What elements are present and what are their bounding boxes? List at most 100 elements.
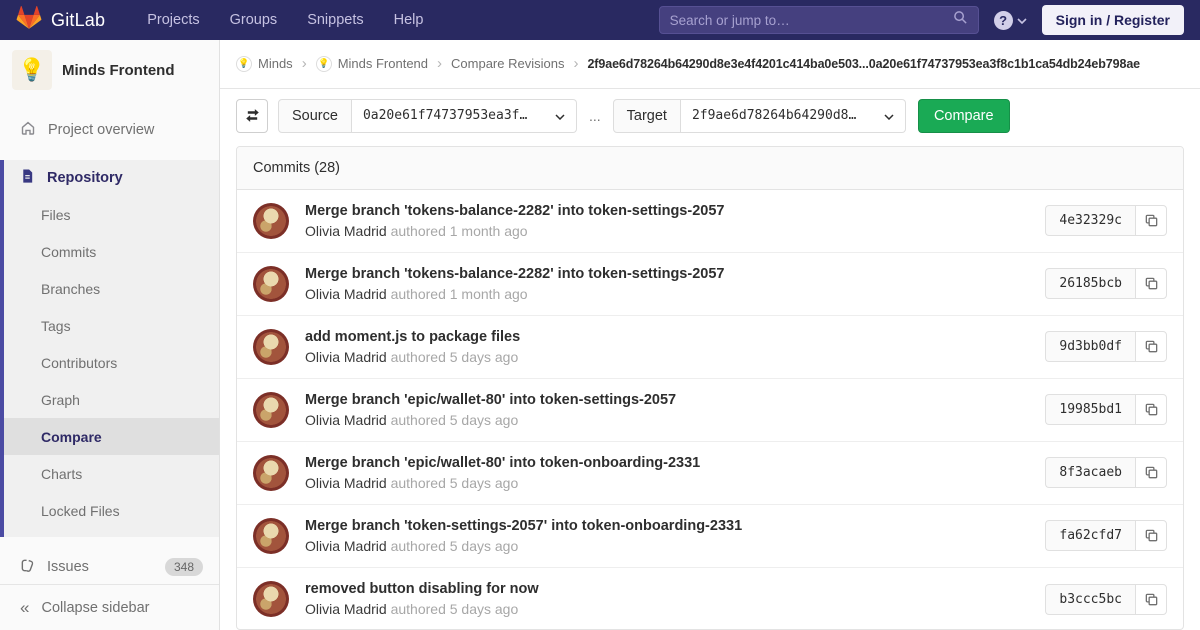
author-avatar[interactable] (253, 203, 289, 239)
commit-sha-button[interactable]: fa62cfd7 (1045, 520, 1135, 551)
issues-icon (20, 558, 35, 577)
copy-icon (1144, 592, 1159, 607)
sidebar-subitem[interactable]: Branches (0, 270, 219, 307)
commit-author-link[interactable]: Olivia Madrid (305, 475, 387, 491)
commit-authored-time: authored 5 days ago (391, 601, 519, 617)
sidebar-subitem[interactable]: Tags (0, 307, 219, 344)
copy-sha-button[interactable] (1135, 268, 1167, 299)
copy-sha-button[interactable] (1135, 205, 1167, 236)
sidebar-item-repository[interactable]: Repository (0, 160, 219, 196)
commit-sha-button[interactable]: b3ccc5bc (1045, 584, 1135, 615)
author-avatar[interactable] (253, 455, 289, 491)
commit-sha-button[interactable]: 4e32329c (1045, 205, 1135, 236)
commit-author-link[interactable]: Olivia Madrid (305, 286, 387, 302)
copy-sha-button[interactable] (1135, 520, 1167, 551)
breadcrumb-separator: › (573, 55, 578, 72)
commit-author-link[interactable]: Olivia Madrid (305, 538, 387, 554)
group-avatar: 💡 (316, 56, 332, 72)
commit-row: Merge branch 'epic/wallet-80' into token… (237, 379, 1183, 442)
commit-row: Merge branch 'token-settings-2057' into … (237, 505, 1183, 568)
breadcrumb-separator: › (302, 55, 307, 72)
nav-menu-item[interactable]: Projects (147, 12, 199, 28)
commit-sha-button[interactable]: 8f3acaeb (1045, 457, 1135, 488)
document-icon (20, 168, 35, 188)
copy-icon (1144, 465, 1159, 480)
gitlab-tanuki-icon (16, 5, 42, 35)
copy-sha-button[interactable] (1135, 394, 1167, 425)
commit-message-link[interactable]: Merge branch 'tokens-balance-2282' into … (305, 203, 724, 219)
collapse-sidebar-button[interactable]: « Collapse sidebar (0, 584, 219, 630)
global-search[interactable] (659, 6, 979, 34)
source-revision-dropdown[interactable]: 0a20e61f74737953ea3f… (352, 99, 577, 133)
author-avatar[interactable] (253, 581, 289, 617)
commit-message-link[interactable]: Merge branch 'tokens-balance-2282' into … (305, 266, 724, 282)
sidebar-item-issues[interactable]: Issues 348 (0, 549, 219, 585)
commit-authored-time: authored 5 days ago (391, 475, 519, 491)
commit-row: Merge branch 'tokens-balance-2282' into … (237, 190, 1183, 253)
group-avatar: 💡 (236, 56, 252, 72)
copy-sha-button[interactable] (1135, 584, 1167, 615)
sidebar-subitem[interactable]: Compare (0, 418, 219, 455)
commit-authored-time: authored 5 days ago (391, 349, 519, 365)
commit-message-link[interactable]: Merge branch 'epic/wallet-80' into token… (305, 455, 700, 471)
copy-sha-button[interactable] (1135, 331, 1167, 362)
sidebar-subitem[interactable]: Contributors (0, 344, 219, 381)
target-revision-dropdown[interactable]: 2f9ae6d78264b64290d8… (681, 99, 906, 133)
commit-author-link[interactable]: Olivia Madrid (305, 223, 387, 239)
sidebar-subitem[interactable]: Files (0, 196, 219, 233)
commit-sha-button[interactable]: 19985bd1 (1045, 394, 1135, 425)
compare-button[interactable]: Compare (918, 99, 1010, 133)
project-context[interactable]: 💡 Minds Frontend (0, 40, 219, 100)
project-name: Minds Frontend (62, 62, 175, 79)
revision-range-separator: ... (589, 108, 601, 124)
target-revision-group: Target 2f9ae6d78264b64290d8… (613, 99, 906, 133)
commit-sha-button[interactable]: 9d3bb0df (1045, 331, 1135, 362)
commit-sha-button[interactable]: 26185bcb (1045, 268, 1135, 299)
sidebar-item-project-overview[interactable]: Project overview (0, 114, 219, 146)
nav-menu-item[interactable]: Snippets (307, 12, 363, 28)
copy-icon (1144, 213, 1159, 228)
copy-icon (1144, 339, 1159, 354)
sidebar-section-repository: Repository Files Commits Branches Tags (0, 160, 219, 537)
commits-panel-header: Commits (28) (237, 147, 1183, 190)
commit-author-link[interactable]: Olivia Madrid (305, 349, 387, 365)
commit-author-link[interactable]: Olivia Madrid (305, 601, 387, 617)
commit-message-link[interactable]: removed button disabling for now (305, 581, 539, 597)
author-avatar[interactable] (253, 518, 289, 554)
breadcrumb-link[interactable]: Compare Revisions (451, 56, 564, 71)
chevron-down-icon (884, 107, 894, 125)
copy-sha-button[interactable] (1135, 457, 1167, 488)
chevron-down-icon (555, 107, 565, 125)
author-avatar[interactable] (253, 392, 289, 428)
breadcrumb-link[interactable]: 💡 Minds (236, 56, 293, 72)
author-avatar[interactable] (253, 329, 289, 365)
commit-message-link[interactable]: Merge branch 'token-settings-2057' into … (305, 518, 742, 534)
commits-panel: Commits (28) Merge branch 'tokens-balanc… (236, 146, 1184, 630)
source-revision-group: Source 0a20e61f74737953ea3f… (278, 99, 577, 133)
breadcrumb-link[interactable]: 💡 Minds Frontend (316, 56, 428, 72)
sidebar-subitem[interactable]: Graph (0, 381, 219, 418)
commit-author-link[interactable]: Olivia Madrid (305, 412, 387, 428)
commit-row: Merge branch 'epic/wallet-80' into token… (237, 442, 1183, 505)
double-chevron-left-icon: « (20, 599, 29, 616)
commit-row: removed button disabling for now Olivia … (237, 568, 1183, 630)
home-icon (20, 120, 36, 140)
commit-message-link[interactable]: add moment.js to package files (305, 329, 520, 345)
gitlab-logo[interactable]: GitLab (16, 5, 105, 35)
project-avatar: 💡 (12, 50, 52, 90)
author-avatar[interactable] (253, 266, 289, 302)
breadcrumb-separator: › (437, 55, 442, 72)
search-input[interactable] (670, 13, 953, 28)
help-menu[interactable]: ? (994, 11, 1027, 30)
sign-in-button[interactable]: Sign in / Register (1042, 5, 1184, 35)
sidebar-subitem[interactable]: Charts (0, 455, 219, 492)
compare-revisions-form: Source 0a20e61f74737953ea3f… ... Target … (236, 99, 1184, 133)
nav-menu-item[interactable]: Help (394, 12, 424, 28)
sidebar-subitem[interactable]: Locked Files (0, 492, 219, 529)
sidebar-subitem[interactable]: Commits (0, 233, 219, 270)
commit-message-link[interactable]: Merge branch 'epic/wallet-80' into token… (305, 392, 676, 408)
copy-icon (1144, 276, 1159, 291)
nav-menu-item[interactable]: Groups (230, 12, 278, 28)
swap-revisions-button[interactable] (236, 99, 268, 133)
project-sidebar: 💡 Minds Frontend Project overview (0, 40, 220, 630)
